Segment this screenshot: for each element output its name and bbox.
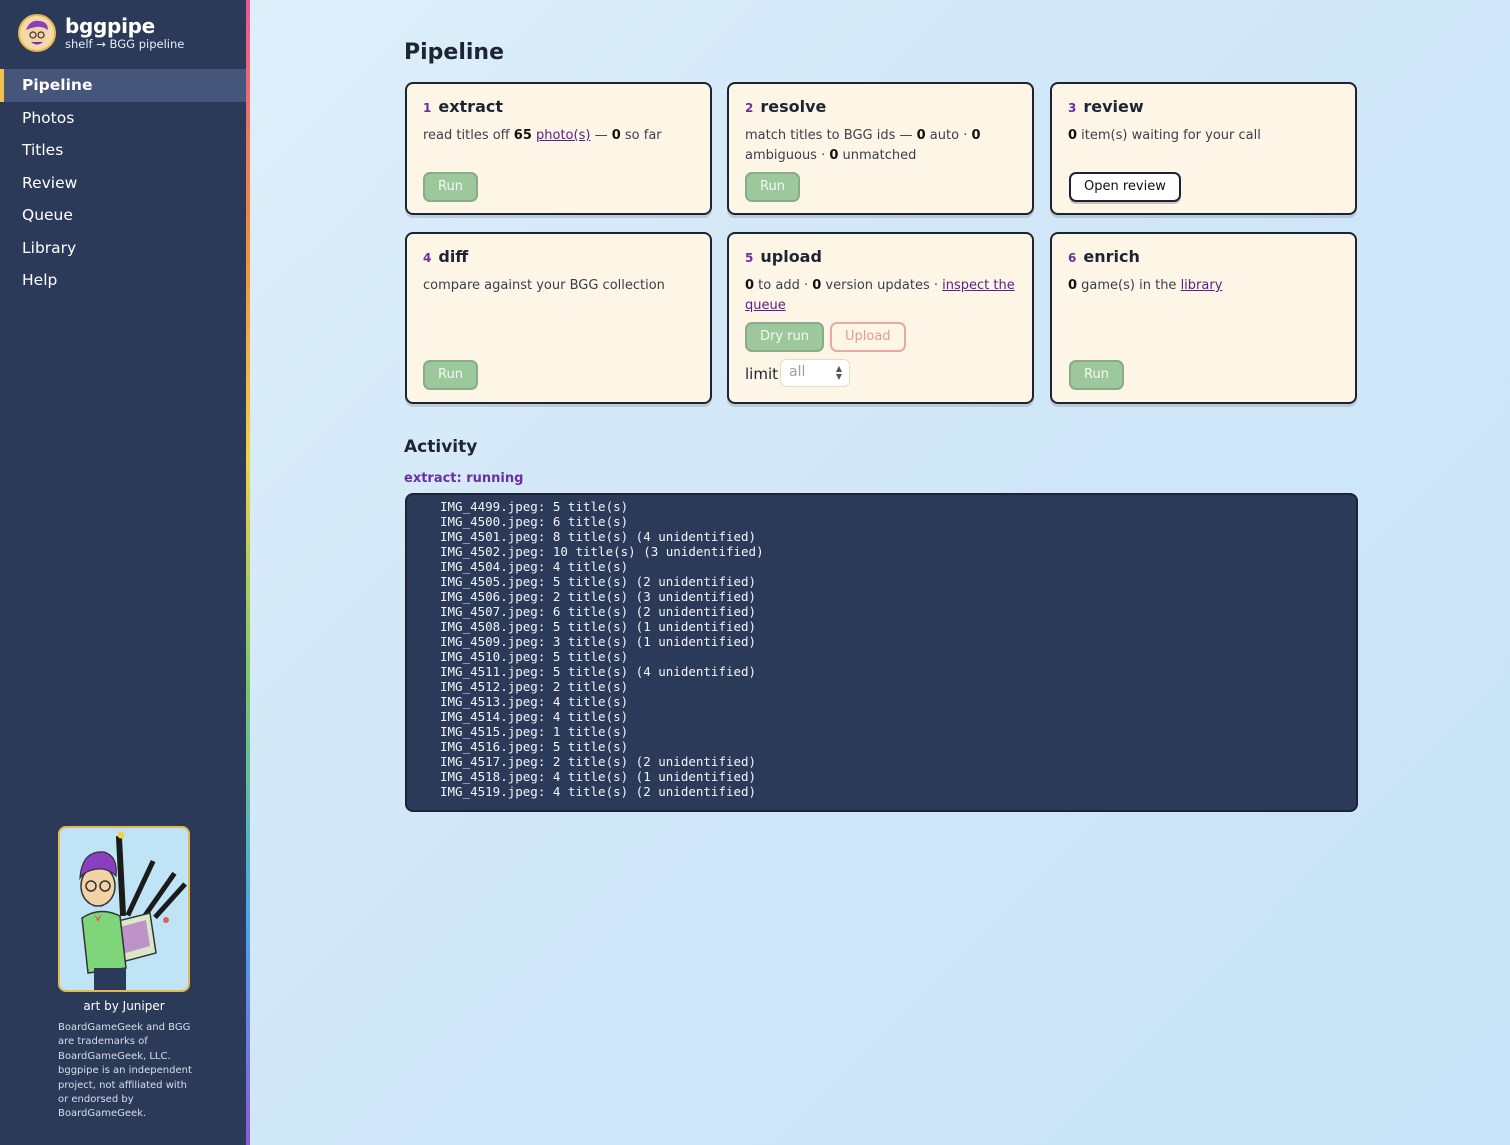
limit-label: limit xyxy=(745,365,778,383)
resolve-run-button[interactable]: Run xyxy=(745,172,800,202)
step-number: 5 xyxy=(745,251,754,265)
log-line: IMG_4506.jpeg: 2 title(s) (3 unidentifie… xyxy=(440,589,757,604)
diff-run-button[interactable]: Run xyxy=(423,360,478,390)
app-name: bggpipe xyxy=(65,14,155,38)
log-line: IMG_4516.jpeg: 5 title(s) xyxy=(440,739,629,754)
games-count: 0 xyxy=(1068,278,1078,293)
art-credit: art by Juniper xyxy=(83,999,165,1013)
library-link[interactable]: library xyxy=(1181,278,1223,293)
open-review-button[interactable]: Open review xyxy=(1069,172,1181,202)
stepper-arrows-icon[interactable]: ▲ ▼ xyxy=(836,365,842,381)
step-number: 2 xyxy=(745,101,754,115)
sidebar-item-photos[interactable]: Photos xyxy=(0,102,246,135)
sidebar-item-help[interactable]: Help xyxy=(0,264,246,297)
auto-count: 0 xyxy=(916,128,926,143)
step-description: 0 to add · 0 version updates · inspect t… xyxy=(745,278,1015,313)
step-number: 1 xyxy=(423,101,432,115)
log-line: IMG_4500.jpeg: 6 title(s) xyxy=(440,514,629,529)
step-number: 4 xyxy=(423,251,432,265)
ambiguous-count: 0 xyxy=(971,128,981,143)
log-line: IMG_4510.jpeg: 5 title(s) xyxy=(440,649,629,664)
sidebar-item-library[interactable]: Library xyxy=(0,232,246,265)
activity-title: Activity xyxy=(404,437,478,457)
step-title: review xyxy=(1083,97,1144,116)
dry-run-button[interactable]: Dry run xyxy=(745,322,825,352)
log-line: IMG_4519.jpeg: 4 title(s) (2 unidentifie… xyxy=(440,784,757,799)
log-line: IMG_4514.jpeg: 4 title(s) xyxy=(440,709,629,724)
rainbow-divider xyxy=(246,0,250,1145)
step-description: 0 game(s) in the library xyxy=(1068,278,1223,293)
step-title: diff xyxy=(438,247,469,266)
step-card-diff: 4 diff compare against your BGG collecti… xyxy=(405,232,712,404)
page-title: Pipeline xyxy=(404,40,504,65)
log-line: IMG_4505.jpeg: 5 title(s) (2 unidentifie… xyxy=(440,574,757,589)
step-card-extract: 1 extract read titles off 65 photo(s) — … xyxy=(405,82,712,215)
step-description: match titles to BGG ids — 0 auto · 0 amb… xyxy=(745,128,981,163)
sidebar-item-review[interactable]: Review xyxy=(0,167,246,200)
photos-link[interactable]: photo(s) xyxy=(536,128,590,143)
photos-count: 65 xyxy=(513,128,532,143)
step-card-upload: 5 upload 0 to add · 0 version updates · … xyxy=(727,232,1034,404)
extracted-count: 0 xyxy=(611,128,621,143)
step-number: 6 xyxy=(1068,251,1077,265)
limit-number-input[interactable]: all ▲ ▼ xyxy=(780,359,850,387)
log-line: IMG_4518.jpeg: 4 title(s) (1 unidentifie… xyxy=(440,769,757,784)
step-number: 3 xyxy=(1068,101,1077,115)
step-card-enrich: 6 enrich 0 game(s) in the library Run xyxy=(1050,232,1357,404)
brand[interactable]: bggpipe shelf → BGG pipeline xyxy=(18,12,184,54)
sidebar-item-titles[interactable]: Titles xyxy=(0,134,246,167)
activity-status: extract: running xyxy=(404,471,524,486)
log-line: IMG_4515.jpeg: 1 title(s) xyxy=(440,724,629,739)
log-line: IMG_4517.jpeg: 2 title(s) (2 unidentifie… xyxy=(440,754,757,769)
sidebar-item-queue[interactable]: Queue xyxy=(0,199,246,232)
limit-placeholder: all xyxy=(789,364,806,380)
waiting-count: 0 xyxy=(1068,128,1078,143)
log-line: IMG_4511.jpeg: 5 title(s) (4 unidentifie… xyxy=(440,664,757,679)
sidebar: bggpipe shelf → BGG pipeline Pipeline Ph… xyxy=(0,0,246,1145)
step-card-resolve: 2 resolve match titles to BGG ids — 0 au… xyxy=(727,82,1034,215)
trademark-notice: BoardGameGeek and BGG are trademarks of … xyxy=(58,1022,192,1120)
step-description: compare against your BGG collection xyxy=(423,278,665,293)
sidebar-nav: Pipeline Photos Titles Review Queue Libr… xyxy=(0,69,246,297)
step-card-review: 3 review 0 item(s) waiting for your call… xyxy=(1050,82,1357,215)
sidebar-item-pipeline[interactable]: Pipeline xyxy=(0,69,246,102)
step-description: read titles off 65 photo(s) — 0 so far xyxy=(423,128,662,143)
log-line: IMG_4501.jpeg: 8 title(s) (4 unidentifie… xyxy=(440,529,757,544)
log-line: IMG_4504.jpeg: 4 title(s) xyxy=(440,559,629,574)
log-line: IMG_4509.jpeg: 3 title(s) (1 unidentifie… xyxy=(440,634,757,649)
log-line: IMG_4508.jpeg: 5 title(s) (1 unidentifie… xyxy=(440,619,757,634)
log-line: IMG_4507.jpeg: 6 title(s) (2 unidentifie… xyxy=(440,604,757,619)
upload-button[interactable]: Upload xyxy=(830,322,906,352)
step-title: upload xyxy=(760,247,822,266)
step-title: extract xyxy=(438,97,503,116)
log-line: IMG_4502.jpeg: 10 title(s) (3 unidentifi… xyxy=(440,544,764,559)
step-title: resolve xyxy=(760,97,827,116)
log-line: IMG_4512.jpeg: 2 title(s) xyxy=(440,679,629,694)
app-subtitle: shelf → BGG pipeline xyxy=(65,37,185,51)
extract-run-button[interactable]: Run xyxy=(423,172,478,202)
log-line: IMG_4513.jpeg: 4 title(s) xyxy=(440,694,629,709)
add-count: 0 xyxy=(745,278,755,293)
bagpiper-logo-icon xyxy=(18,14,56,52)
activity-log[interactable]: IMG_4499.jpeg: 5 title(s) IMG_4500.jpeg: … xyxy=(405,493,1358,812)
enrich-run-button[interactable]: Run xyxy=(1069,360,1124,390)
version-updates-count: 0 xyxy=(812,278,822,293)
bagpiper-illustration xyxy=(58,826,190,992)
step-title: enrich xyxy=(1083,247,1140,266)
log-line: IMG_4499.jpeg: 5 title(s) xyxy=(440,499,629,514)
step-description: 0 item(s) waiting for your call xyxy=(1068,128,1261,143)
